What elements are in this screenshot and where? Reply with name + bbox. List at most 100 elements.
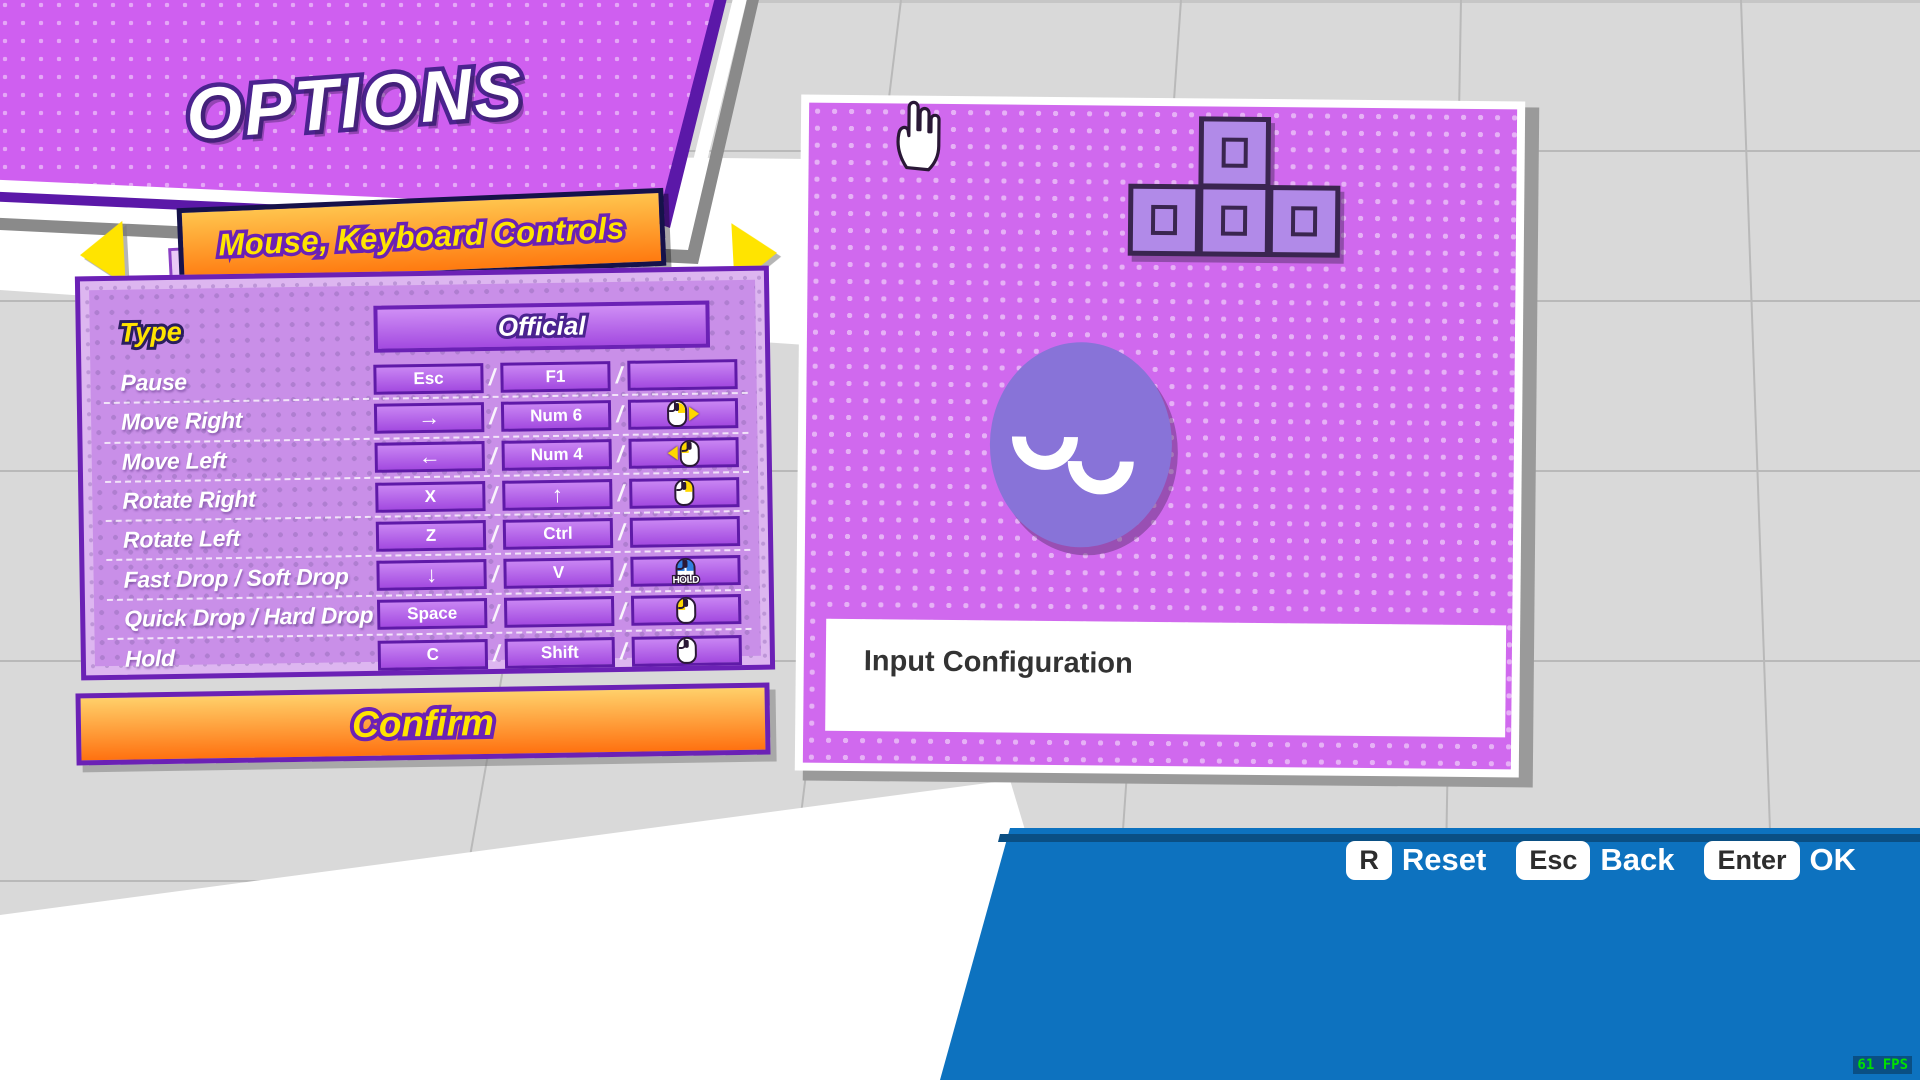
- keybinding-slot-3[interactable]: [627, 398, 739, 430]
- mouse-icon-both-buttons-hold: HOLD: [671, 557, 700, 587]
- keybinding-slot-2[interactable]: Ctrl: [502, 517, 614, 550]
- keybinding-separator: /: [618, 558, 626, 585]
- footer-hint-label: Back: [1600, 842, 1675, 878]
- keybinding-action: Move Left: [121, 446, 227, 475]
- keybinding-action: Rotate Left: [122, 525, 241, 554]
- description-box: Input Configuration: [825, 618, 1507, 738]
- keybinding-separator: /: [616, 401, 623, 428]
- tab-label: Mouse, Keyboard Controls: [214, 207, 629, 266]
- keybinding-separator: /: [615, 362, 623, 389]
- keybinding-slot-3[interactable]: [628, 437, 739, 470]
- left-arrow-icon: [667, 446, 678, 461]
- keybinding-separator: /: [490, 481, 498, 509]
- keybinding-slot-2-label: ↑: [551, 481, 564, 507]
- confirm-button[interactable]: Confirm: [75, 682, 771, 766]
- keybinding-slot-1[interactable]: ←: [374, 441, 485, 474]
- keybinding-separator: /: [619, 597, 627, 624]
- preview-panel-inner: Input Configuration: [802, 100, 1518, 770]
- footer-hints: R Reset Esc Back Enter OK: [1346, 840, 1857, 880]
- keybinding-slot-3[interactable]: [629, 476, 740, 509]
- mouse-body: [675, 596, 697, 624]
- keybinding-list: Pause Esc / F1 / Move Right → / Num 6 / Move Left ←…: [103, 354, 752, 672]
- keybinding-slot-2-label: V: [552, 562, 565, 583]
- keybinding-slot-2[interactable]: V: [503, 557, 614, 589]
- type-row: Type Official: [105, 294, 746, 362]
- keybinding-slot-2[interactable]: Shift: [504, 636, 616, 669]
- keybinding-slot-2-label: F1: [545, 366, 566, 386]
- pointing-hand-cursor: [896, 100, 941, 172]
- footer-hint-ok[interactable]: Enter OK: [1704, 840, 1857, 880]
- keybinding-separator: /: [489, 403, 497, 430]
- keybinding-slot-2[interactable]: [503, 596, 615, 629]
- keybinding-slot-2-label: Num 4: [530, 444, 583, 465]
- keybinding-slot-2-label: Shift: [540, 642, 579, 662]
- footer-hint-label: OK: [1809, 842, 1857, 878]
- keybinding-separator: /: [617, 479, 625, 507]
- keybinding-slot-3[interactable]: [629, 515, 741, 548]
- keybinding-slot-2[interactable]: Num 4: [501, 439, 612, 472]
- keybinding-slot-3[interactable]: [631, 634, 743, 667]
- footer-hint-key: Enter: [1704, 840, 1800, 880]
- controls-panel: Type Official Pause Esc / F1 / Move Right → / Nu…: [74, 265, 776, 681]
- keybinding-slot-1-label: Esc: [413, 368, 444, 388]
- keybinding-separator: /: [492, 640, 500, 667]
- mouse-icon-left-button: [675, 596, 697, 624]
- keybinding-separator: /: [616, 440, 624, 467]
- keybinding-slot-1-label: X: [424, 486, 437, 506]
- game-options-screen: OPTIONS Mouse, Keyboard Controls Type Of…: [0, 0, 1920, 1080]
- keybinding-separator: /: [491, 560, 499, 587]
- keybinding-slot-1-label: ←: [418, 443, 441, 470]
- type-label: Type: [117, 313, 185, 350]
- fps-counter: 61 FPS: [1853, 1056, 1912, 1074]
- keybinding-slot-1[interactable]: C: [377, 638, 489, 671]
- keybinding-slot-1[interactable]: Space: [376, 598, 488, 631]
- keybinding-action: Pause: [120, 368, 188, 396]
- footer-hint-reset[interactable]: R Reset: [1346, 840, 1487, 880]
- keybinding-separator: /: [488, 364, 496, 391]
- right-arrow-icon: [688, 406, 700, 421]
- preview-panel: Input Configuration: [794, 94, 1526, 778]
- keybinding-slot-3[interactable]: [630, 594, 742, 627]
- keybinding-action: Fast Drop / Soft Drop: [123, 562, 349, 593]
- keybinding-slot-1-label: C: [426, 644, 440, 664]
- description-text: Input Configuration: [863, 645, 1133, 680]
- keybinding-slot-1-label: ↓: [425, 561, 438, 588]
- keybinding-separator: /: [489, 442, 497, 469]
- mouse-icon-left-click-left-arrow: [667, 439, 700, 467]
- footer-hint-back[interactable]: Esc Back: [1516, 840, 1675, 880]
- keybinding-slot-1[interactable]: Z: [375, 519, 487, 552]
- keybinding-slot-2[interactable]: ↑: [502, 478, 613, 511]
- keybinding-slot-1[interactable]: Esc: [373, 362, 484, 395]
- keybinding-action: Move Right: [120, 407, 243, 436]
- keybinding-slot-1[interactable]: →: [373, 402, 485, 434]
- keybinding-slot-1-label: →: [417, 404, 441, 431]
- confirm-label: Confirm: [348, 698, 498, 749]
- keybinding-action: Quick Drop / Hard Drop: [124, 601, 374, 632]
- type-value: Official: [495, 307, 589, 344]
- keybinding-action: Rotate Right: [122, 485, 256, 514]
- keybinding-separator: /: [619, 638, 627, 665]
- keybinding-separator: /: [491, 521, 498, 548]
- type-value-selector[interactable]: Official: [373, 300, 711, 353]
- mouse-icon-right-button: [674, 478, 695, 507]
- sleeping-blob-character: [988, 341, 1173, 549]
- keybinding-slot-1-label: Z: [425, 525, 437, 545]
- keybinding-slot-2-label: Ctrl: [543, 523, 573, 543]
- keybinding-separator: /: [492, 599, 500, 626]
- mouse-icon-wheel-button: [676, 636, 698, 665]
- keybinding-slot-2[interactable]: F1: [500, 360, 611, 393]
- mouse-icon-right-click-right-arrow: [666, 400, 700, 428]
- mouse-body: [679, 439, 700, 467]
- keybinding-slot-2-label: Num 6: [529, 405, 583, 426]
- keybinding-slot-2[interactable]: Num 6: [500, 400, 612, 432]
- keybinding-slot-1[interactable]: X: [375, 480, 486, 513]
- mouse-hold-caption: HOLD: [671, 573, 700, 587]
- footer-hint-key: R: [1346, 840, 1392, 880]
- keybinding-action: Hold: [124, 645, 175, 672]
- t-tetromino: [1127, 116, 1341, 270]
- footer-hint-key: Esc: [1516, 840, 1591, 880]
- footer-hint-label: Reset: [1401, 842, 1487, 878]
- keybinding-slot-1[interactable]: ↓: [376, 559, 487, 591]
- keybinding-slot-3[interactable]: HOLD: [630, 555, 741, 587]
- keybinding-slot-3[interactable]: [627, 358, 738, 391]
